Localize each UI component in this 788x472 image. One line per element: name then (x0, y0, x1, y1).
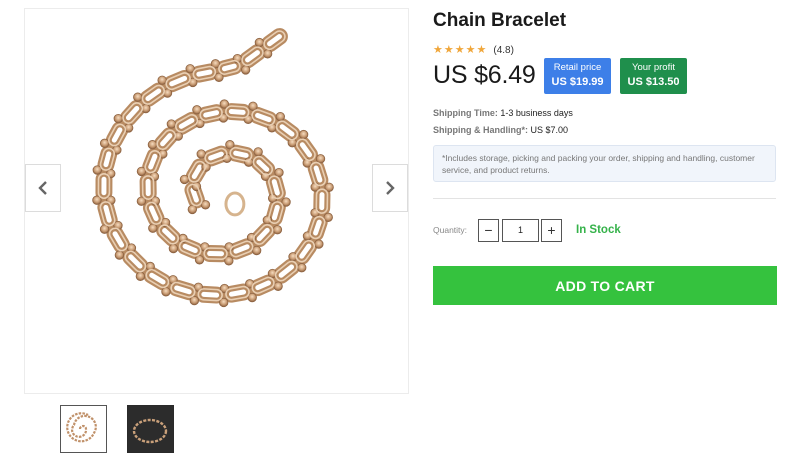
stock-status: In Stock (576, 224, 621, 236)
product-gallery (24, 8, 409, 394)
star-icon: ★ (465, 44, 476, 56)
retail-price-box: Retail price US $19.99 (544, 58, 611, 94)
rating-value: (4.8) (493, 44, 514, 56)
product-title: Chain Bracelet (433, 10, 567, 31)
shipping-handling-value: US $7.00 (530, 125, 569, 135)
chevron-right-icon (386, 181, 395, 195)
shipping-note: *Includes storage, picking and packing y… (433, 145, 776, 182)
quantity-input[interactable] (502, 218, 539, 242)
thumbnail-2[interactable] (127, 405, 174, 453)
next-image-button[interactable] (372, 164, 408, 212)
prev-image-button[interactable] (25, 164, 61, 212)
divider (433, 198, 776, 199)
star-icon: ★ (454, 44, 465, 56)
rating: ★ ★ ★ ★ ★ (4.8) (433, 44, 514, 56)
quantity-decrease-button[interactable]: − (478, 218, 499, 242)
profit-value: US $13.50 (627, 76, 680, 88)
thumbnail-1[interactable] (60, 405, 107, 453)
retail-price-label: Retail price (553, 62, 602, 73)
star-icon: ★ (433, 44, 443, 56)
star-icon: ★ (476, 44, 487, 56)
thumbnail-strip (60, 405, 174, 453)
retail-price-value: US $19.99 (551, 76, 604, 88)
profit-box: Your profit US $13.50 (620, 58, 687, 94)
shipping-time-label: Shipping Time: (433, 108, 498, 118)
product-main-image (92, 28, 334, 308)
shipping-handling: Shipping & Handling*: US $7.00 (433, 125, 568, 135)
quantity-row: Quantity: − + In Stock (433, 218, 621, 242)
thumbnail-1-image (66, 412, 97, 443)
chevron-left-icon (38, 181, 47, 195)
product-price: US $6.49 (433, 61, 536, 89)
profit-label: Your profit (632, 62, 675, 73)
add-to-cart-button[interactable]: ADD TO CART (433, 266, 777, 305)
shipping-handling-label: Shipping & Handling*: (433, 125, 528, 135)
star-icon: ★ (443, 44, 454, 56)
shipping-time: Shipping Time: 1-3 business days (433, 108, 573, 118)
quantity-increase-button[interactable]: + (541, 218, 562, 242)
shipping-time-value: 1-3 business days (500, 108, 573, 118)
quantity-label: Quantity: (433, 225, 468, 235)
thumbnail-2-image (128, 406, 173, 452)
